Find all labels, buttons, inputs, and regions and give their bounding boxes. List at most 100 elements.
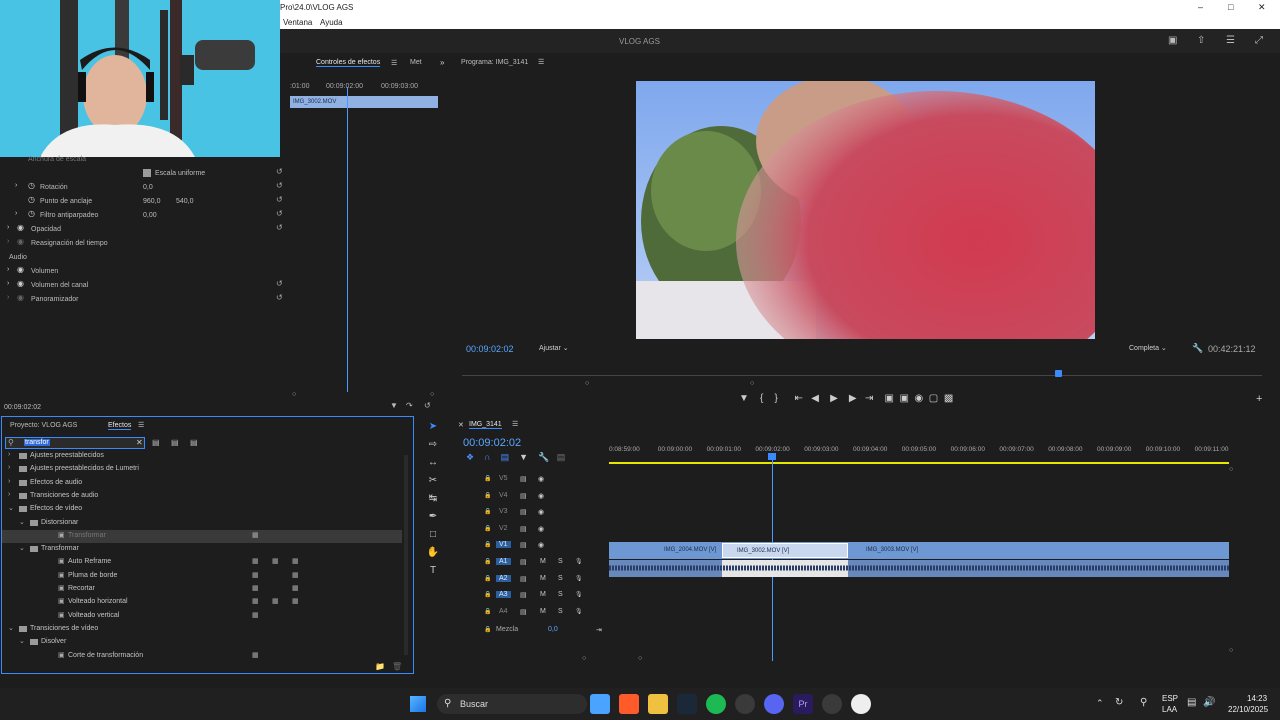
discord-icon[interactable]: [764, 694, 784, 714]
timeline-timecode[interactable]: 00:09:02:02: [463, 437, 521, 449]
eye-icon[interactable]: ◉: [538, 525, 544, 533]
eye-icon[interactable]: ◉: [538, 475, 544, 483]
effects-tree-item[interactable]: ▣ Transformar ▦: [2, 529, 402, 543]
eye-icon[interactable]: ◉: [538, 541, 544, 549]
network-icon[interactable]: ▤: [1187, 697, 1196, 708]
share-icon[interactable]: ⇧: [1197, 35, 1205, 46]
lock-icon[interactable]: 🔒: [484, 608, 491, 615]
home-icon[interactable]: ▣: [1168, 35, 1177, 46]
timeline-ruler[interactable]: 0:08:59:00 00:09:00:00 00:09:01:00 00:09:02…: [609, 446, 1229, 458]
eye-icon[interactable]: ◉: [17, 265, 24, 274]
compare-icon[interactable]: ▢: [929, 393, 938, 404]
snap-icon[interactable]: ∩: [484, 452, 490, 462]
go-to-out-icon[interactable]: ⇥: [865, 393, 873, 404]
track-select-tool-icon[interactable]: ⇨: [420, 436, 446, 454]
captions-icon[interactable]: ▤: [557, 452, 566, 462]
vertical-scroll-handle[interactable]: ○: [1229, 466, 1233, 473]
effects-tree-item[interactable]: ⌄ Distorsionar: [2, 517, 402, 530]
keyboard-lang[interactable]: ESP: [1162, 694, 1178, 703]
work-area-bar[interactable]: [609, 462, 1229, 464]
effects-tree-item[interactable]: ▣ Recortar ▦ ▦: [2, 583, 402, 596]
a1-track-lane[interactable]: [609, 560, 1229, 577]
volume-icon[interactable]: 🔊: [1203, 697, 1215, 708]
ec-clip-bar[interactable]: IMG_3002.MOV: [290, 96, 438, 108]
stopwatch-icon[interactable]: ◷: [28, 195, 35, 204]
track-label-v5[interactable]: V5: [496, 475, 511, 482]
timeline-zoom-right[interactable]: ○: [638, 655, 642, 662]
close-icon[interactable]: ✕: [1258, 2, 1266, 13]
expand-rotation-icon[interactable]: ›: [15, 182, 17, 189]
lock-icon[interactable]: 🔒: [484, 475, 491, 482]
settings-gear-icon[interactable]: [822, 694, 842, 714]
obs-icon[interactable]: [735, 694, 755, 714]
sync-lock-icon[interactable]: ▤: [520, 541, 527, 549]
clip-img3003[interactable]: IMG_3003.MOV [V]: [852, 543, 972, 558]
eye-icon[interactable]: ◉: [538, 508, 544, 516]
sync-icon[interactable]: ↻: [1115, 697, 1123, 708]
tray-chevron-icon[interactable]: ⌃: [1096, 698, 1104, 709]
effects-tree-item[interactable]: › Ajustes preestablecidos: [2, 450, 402, 463]
mute-button[interactable]: M: [540, 591, 546, 598]
lock-icon[interactable]: 🔒: [484, 575, 491, 582]
expand-opacity-icon[interactable]: ›: [7, 224, 9, 231]
flicker-value[interactable]: 0,00: [143, 209, 157, 222]
effects-tree-item[interactable]: ⌄ Disolver: [2, 636, 402, 649]
sequence-tab[interactable]: IMG_3141: [469, 421, 502, 429]
filter-icon[interactable]: ▼: [390, 401, 398, 410]
panel-menu-icon[interactable]: ☰: [512, 420, 518, 428]
microphone-icon[interactable]: 🎙: [575, 608, 583, 615]
effects-tree-item[interactable]: ▣ Volteado horizontal ▦ ▦ ▦: [2, 596, 402, 609]
effects-tree-item[interactable]: ▣ Pluma de borde ▦ ▦: [2, 570, 402, 583]
mark-in-icon[interactable]: {: [760, 393, 763, 404]
video-frame[interactable]: [636, 81, 1095, 339]
extract-icon[interactable]: ▣: [899, 393, 908, 404]
sync-lock-icon[interactable]: ▤: [520, 492, 527, 500]
track-label-v1[interactable]: V1: [496, 541, 511, 549]
steam-icon[interactable]: [677, 694, 697, 714]
tab-metadata[interactable]: Met: [410, 59, 422, 66]
ec-scroll-left[interactable]: ○: [292, 391, 296, 398]
solo-button[interactable]: S: [558, 591, 563, 598]
solo-button[interactable]: S: [558, 575, 563, 582]
expand-flicker-icon[interactable]: ›: [15, 210, 17, 217]
playhead-handle[interactable]: [768, 453, 776, 460]
camera-icon[interactable]: ◉: [915, 393, 924, 404]
eye-icon[interactable]: ◉: [17, 279, 24, 288]
close-sequence-icon[interactable]: ✕: [458, 421, 464, 429]
windows-start-icon[interactable]: [410, 696, 426, 712]
microphone-icon[interactable]: 🎙: [575, 558, 583, 565]
type-tool-icon[interactable]: T: [420, 562, 446, 580]
effects-tree-item[interactable]: ▣ Auto Reframe ▦ ▦ ▦: [2, 556, 402, 569]
razor-tool-icon[interactable]: ✂: [420, 472, 446, 490]
wrench-icon[interactable]: 🔧: [1192, 343, 1203, 354]
taskbar-search[interactable]: ⚲ Buscar: [437, 694, 587, 714]
program-title[interactable]: Programa: IMG_3141: [461, 59, 528, 66]
lock-icon[interactable]: 🔒: [484, 492, 491, 499]
track-label-v2[interactable]: V2: [496, 525, 511, 532]
maximize-icon[interactable]: □: [1228, 2, 1233, 12]
track-label-a1[interactable]: A1: [496, 558, 511, 565]
slip-tool-icon[interactable]: ↹: [420, 490, 446, 508]
premiere-pro-icon[interactable]: Pr: [793, 694, 813, 714]
effects-tree-item[interactable]: › Efectos de audio: [2, 477, 402, 490]
mark-out-icon[interactable]: }: [775, 393, 778, 404]
menu-icon[interactable]: ☰: [1226, 35, 1235, 46]
lock-icon[interactable]: 🔒: [484, 558, 491, 565]
mix-value[interactable]: 0,0: [548, 626, 558, 633]
track-label-a2[interactable]: A2: [496, 574, 511, 582]
track-label-a3[interactable]: A3: [496, 591, 511, 599]
export-icon-2[interactable]: ↺: [424, 401, 431, 410]
mute-button[interactable]: M: [540, 575, 546, 582]
minimize-icon[interactable]: –: [1198, 2, 1203, 12]
track-label-a4[interactable]: A4: [496, 608, 511, 615]
lock-icon[interactable]: 🔒: [484, 508, 491, 515]
effects-tree-item[interactable]: › Ajustes preestablecidos de Lumetri: [2, 463, 402, 476]
ec-scroll-right[interactable]: ○: [430, 391, 434, 398]
add-marker-icon[interactable]: ▼: [519, 452, 528, 462]
uniform-scale-checkbox[interactable]: [143, 169, 151, 177]
settings-wrench-icon[interactable]: 🔧: [538, 452, 549, 462]
step-back-icon[interactable]: ◀: [811, 393, 819, 404]
effects-scrollbar[interactable]: [404, 455, 408, 655]
fullscreen-icon[interactable]: ⤢: [1255, 35, 1263, 46]
panel-overflow-icon[interactable]: »: [440, 58, 444, 67]
